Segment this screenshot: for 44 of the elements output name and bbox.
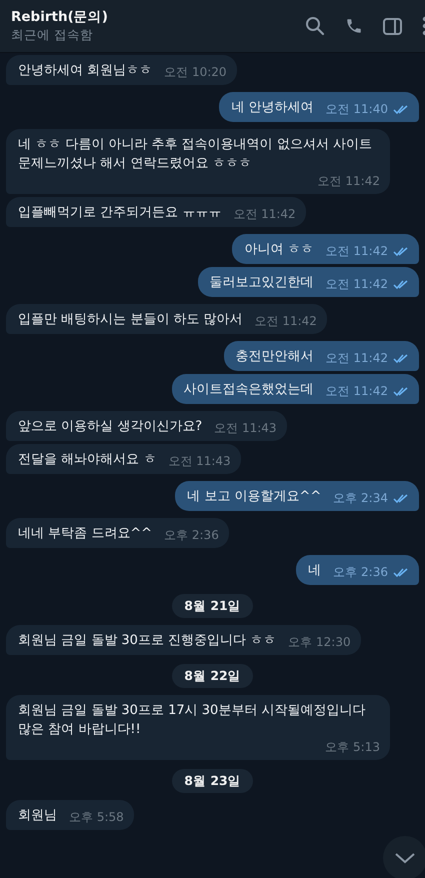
message-text: 네 보고 이용할게요^^ xyxy=(187,488,322,506)
message-text: 회원님 금일 돌발 30프로 17시 30분부터 시작될예정입니다 많은 참여 바랍니다!! xyxy=(18,702,366,739)
message-time: 오전 11:40 xyxy=(326,101,388,117)
scroll-down-button[interactable] xyxy=(383,836,425,878)
message-text: 아니여 ㅎㅎ xyxy=(244,241,314,259)
chat-title: Rebirth(문의) xyxy=(11,8,108,26)
message-text: 앞으로 이용하실 생각이신가요? xyxy=(18,418,202,436)
last-seen-status: 최근에 접속함 xyxy=(11,26,94,44)
message-text: 충전만안해서 xyxy=(236,348,314,366)
chevron-down-icon xyxy=(394,852,416,864)
message-time: 오전 11:42 xyxy=(318,173,380,189)
message-text: 입플빼먹기로 간주되거든요 ㅠㅠㅠ xyxy=(18,204,222,222)
message-time: 오후 2:34 xyxy=(333,490,388,506)
message-time: 오전 11:42 xyxy=(326,350,388,366)
message-text: 네 안녕하세여 xyxy=(231,99,314,117)
date-separator: 8월 21일 xyxy=(172,594,253,618)
message-text: 둘러보고있긴한데 xyxy=(210,274,314,292)
message-time: 오전 11:43 xyxy=(214,420,277,436)
date-separator: 8월 22일 xyxy=(172,664,253,688)
message-time: 오후 2:36 xyxy=(333,564,388,580)
search-icon[interactable] xyxy=(305,16,325,36)
message-time: 오전 11:42 xyxy=(326,243,388,259)
message-text: 네 ㅎㅎ 다름이 아니라 추후 접속이용내역이 없으셔서 사이트 문제느끼셨나 해서 연락드렸어요 ㅎㅎㅎ xyxy=(18,136,373,173)
message-time: 오전 11:43 xyxy=(168,453,231,469)
message-time: 오후 12:30 xyxy=(288,634,351,650)
message-text: 네네 부탁좀 드려요^^ xyxy=(18,525,152,543)
message-time: 오후 5:58 xyxy=(69,809,124,825)
message-text: 네 xyxy=(308,562,322,580)
message-text: 회원님 xyxy=(18,807,57,825)
message-time: 오후 5:13 xyxy=(325,739,380,755)
phone-icon[interactable] xyxy=(345,17,363,35)
message-time: 오전 11:42 xyxy=(233,206,296,222)
message-text: 회원님 금일 돌발 30프로 진행중입니다 ㅎㅎ xyxy=(18,632,276,650)
message-text: 사이트접속은했었는데 xyxy=(184,381,314,399)
message-time: 오전 11:42 xyxy=(326,383,388,399)
sidebar-panel-icon[interactable] xyxy=(383,18,402,34)
message-text: 안녕하세여 회원님ㅎㅎ xyxy=(18,62,152,80)
message-text: 전달을 해놔야해서요 ㅎ xyxy=(18,451,156,469)
message-time: 오후 2:36 xyxy=(164,527,219,543)
message-time: 오전 11:42 xyxy=(254,313,317,329)
message-time: 오전 10:20 xyxy=(164,64,227,80)
date-separator: 8월 23일 xyxy=(172,769,253,793)
message-text: 입플만 배팅하시는 분들이 하도 많아서 xyxy=(18,311,243,329)
message-time: 오전 11:42 xyxy=(326,276,388,292)
